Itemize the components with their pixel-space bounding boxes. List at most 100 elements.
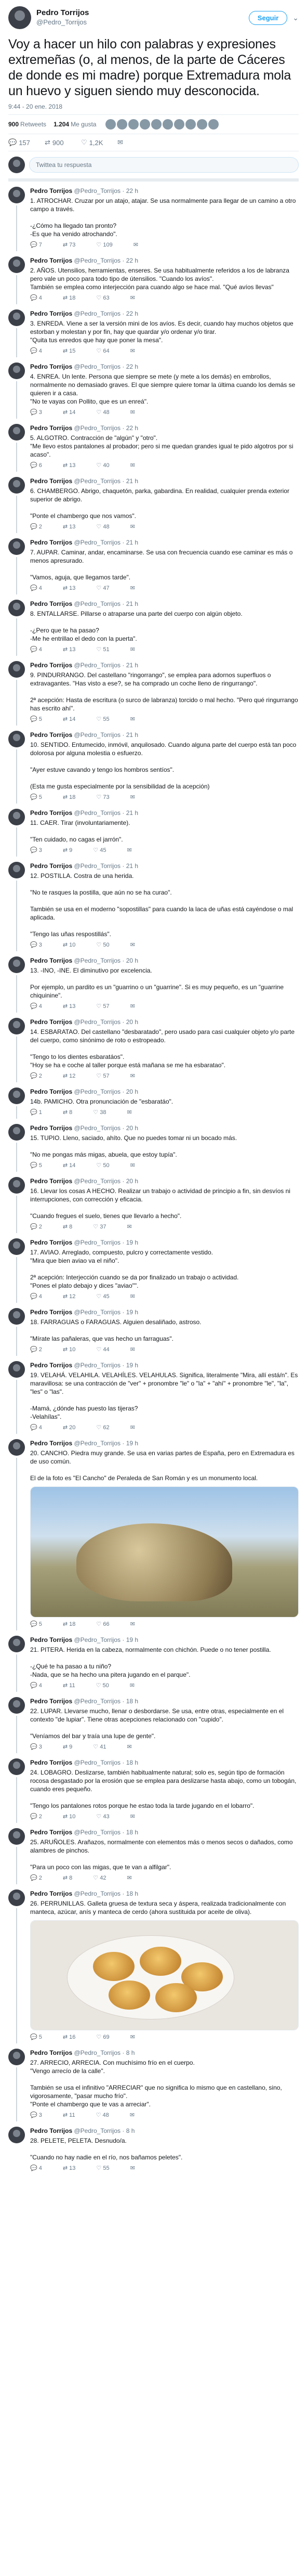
reply-button[interactable]: 💬 4	[30, 347, 42, 354]
retweet-button[interactable]: ⇄ 13	[63, 462, 76, 469]
like-button[interactable]: ♡ 62	[96, 1424, 109, 1431]
like-button[interactable]: ♡ 55	[96, 716, 109, 722]
like-button[interactable]: ♡ 47	[96, 585, 109, 591]
reply-button[interactable]: 💬 3	[30, 941, 42, 948]
like-button[interactable]: ♡ 40	[96, 462, 109, 469]
reply-button[interactable]: 💬 5	[30, 1621, 42, 1627]
message-button[interactable]: ✉	[130, 1346, 135, 1353]
message-button[interactable]: ✉	[130, 409, 135, 416]
message-button[interactable]: ✉	[130, 462, 135, 469]
reply-button[interactable]: 💬 5	[30, 716, 42, 722]
likers-avatars[interactable]	[105, 119, 220, 130]
message-button[interactable]: ✉	[130, 2165, 135, 2171]
tweet-photo[interactable]	[30, 1920, 299, 2030]
like-button[interactable]: ♡ 50	[96, 1162, 109, 1169]
thread-tweet[interactable]: Pedro Torrijos @Pedro_Torrijos · 22 h 5. …	[8, 419, 299, 472]
avatar[interactable]	[8, 1308, 25, 1325]
like-button[interactable]: ♡ 44	[96, 1346, 109, 1353]
message-button[interactable]: ✉	[130, 1424, 135, 1431]
thread-tweet[interactable]: Pedro Torrijos @Pedro_Torrijos · 22 h 2. …	[8, 251, 299, 304]
avatar[interactable]	[8, 1889, 25, 1906]
like-button[interactable]: ♡ 63	[96, 294, 109, 301]
avatar[interactable]	[8, 363, 25, 379]
message-button[interactable]: ✉	[130, 716, 135, 722]
message-button[interactable]: ✉	[130, 1621, 135, 1627]
message-button[interactable]: ✉	[130, 2112, 135, 2118]
avatar[interactable]	[8, 2127, 25, 2143]
like-button[interactable]: ♡ 37	[93, 1223, 106, 1230]
message-button[interactable]: ✉	[117, 138, 154, 147]
like-button[interactable]: ♡ 43	[96, 1813, 109, 1820]
like-button[interactable]: ♡ 73	[96, 794, 109, 800]
thread-tweet[interactable]: Pedro Torrijos @Pedro_Torrijos · 8 h 27. …	[8, 2043, 299, 2121]
avatar[interactable]	[8, 477, 25, 494]
reply-button[interactable]: 💬 5	[30, 2034, 42, 2040]
thread-tweet[interactable]: Pedro Torrijos @Pedro_Torrijos · 21 h 10.…	[8, 726, 299, 804]
like-button[interactable]: ♡ 48	[96, 409, 109, 416]
reply-button[interactable]: 💬 6	[30, 462, 42, 469]
thread-tweet[interactable]: Pedro Torrijos @Pedro_Torrijos · 20 h 13.…	[8, 951, 299, 1013]
reply-button[interactable]: 💬 3	[30, 1743, 42, 1750]
message-button[interactable]: ✉	[130, 1682, 135, 1689]
retweet-button[interactable]: ⇄ 13	[63, 523, 76, 530]
like-button[interactable]: ♡ 57	[96, 1072, 109, 1079]
like-button[interactable]: ♡ 45	[96, 1293, 109, 1300]
avatar[interactable]	[8, 661, 25, 678]
retweet-button[interactable]: ⇄ 15	[63, 347, 76, 354]
avatar[interactable]	[8, 1361, 25, 1378]
thread-tweet[interactable]: Pedro Torrijos @Pedro_Torrijos · 8 h 28. …	[8, 2121, 299, 2174]
thread-tweet[interactable]: Pedro Torrijos @Pedro_Torrijos · 22 h 3. …	[8, 304, 299, 357]
like-button[interactable]: ♡ 55	[96, 2165, 109, 2171]
like-button[interactable]: ♡ 109	[96, 241, 112, 248]
avatar[interactable]	[8, 1177, 25, 1194]
avatar[interactable]	[8, 1124, 25, 1141]
retweet-button[interactable]: ⇄ 10	[63, 941, 76, 948]
avatar[interactable]	[8, 1697, 25, 1714]
thread-tweet[interactable]: Pedro Torrijos @Pedro_Torrijos · 18 h 25.…	[8, 1823, 299, 1884]
author-handle[interactable]: @Pedro_Torrijos	[36, 18, 89, 27]
reply-button[interactable]: 💬 4	[30, 1293, 42, 1300]
thread-tweet[interactable]: Pedro Torrijos @Pedro_Torrijos · 21 h 12.…	[8, 857, 299, 951]
avatar[interactable]	[8, 956, 25, 973]
retweet-button[interactable]: ⇄ 18	[63, 794, 76, 800]
retweet-button[interactable]: ⇄ 8	[63, 1223, 72, 1230]
reply-button[interactable]: 💬 4	[30, 294, 42, 301]
reply-button[interactable]: 💬 2	[30, 1346, 42, 1353]
thread-tweet[interactable]: Pedro Torrijos @Pedro_Torrijos · 19 h 21.…	[8, 1630, 299, 1692]
retweet-button[interactable]: ⇄ 18	[63, 294, 76, 301]
thread-tweet[interactable]: Pedro Torrijos @Pedro_Torrijos · 20 h 15.…	[8, 1119, 299, 1172]
message-button[interactable]: ✉	[130, 941, 135, 948]
message-button[interactable]: ✉	[130, 294, 135, 301]
avatar[interactable]	[8, 256, 25, 273]
thread-tweet[interactable]: Pedro Torrijos @Pedro_Torrijos · 20 h 14.…	[8, 1013, 299, 1082]
thread-tweet[interactable]: Pedro Torrijos @Pedro_Torrijos · 21 h 8. …	[8, 594, 299, 656]
message-button[interactable]: ✉	[130, 2034, 135, 2040]
retweet-button[interactable]: ⇄ 12	[63, 1293, 76, 1300]
like-button[interactable]: ♡ 42	[93, 1874, 106, 1881]
like-button[interactable]: ♡ 48	[96, 523, 109, 530]
retweet-button[interactable]: ⇄ 12	[63, 1072, 76, 1079]
reply-button[interactable]: 💬 1	[30, 1109, 42, 1116]
avatar[interactable]	[8, 600, 25, 616]
retweet-button[interactable]: ⇄ 20	[63, 1424, 76, 1431]
reply-button[interactable]: 💬 4	[30, 585, 42, 591]
retweet-button[interactable]: ⇄ 14	[63, 716, 76, 722]
like-button[interactable]: ♡ 50	[96, 1682, 109, 1689]
retweet-button[interactable]: ⇄ 13	[63, 1003, 76, 1009]
avatar[interactable]	[8, 1758, 25, 1775]
thread-tweet[interactable]: Pedro Torrijos @Pedro_Torrijos · 19 h 18.…	[8, 1303, 299, 1356]
avatar[interactable]	[8, 2049, 25, 2065]
avatar[interactable]	[8, 1828, 25, 1845]
thread-tweet[interactable]: Pedro Torrijos @Pedro_Torrijos · 21 h 9. …	[8, 656, 299, 726]
retweet-button[interactable]: ⇄ 14	[63, 1162, 76, 1169]
avatar[interactable]	[8, 731, 25, 747]
message-button[interactable]: ✉	[130, 1003, 135, 1009]
avatar[interactable]	[8, 862, 25, 878]
message-button[interactable]: ✉	[130, 1813, 135, 1820]
avatar[interactable]	[8, 809, 25, 825]
retweet-button[interactable]: ⇄ 18	[63, 1621, 76, 1627]
retweet-button[interactable]: ⇄ 8	[63, 1874, 72, 1881]
like-button[interactable]: ♡ 50	[96, 941, 109, 948]
reply-button[interactable]: 💬 3	[30, 409, 42, 416]
message-button[interactable]: ✉	[130, 1072, 135, 1079]
